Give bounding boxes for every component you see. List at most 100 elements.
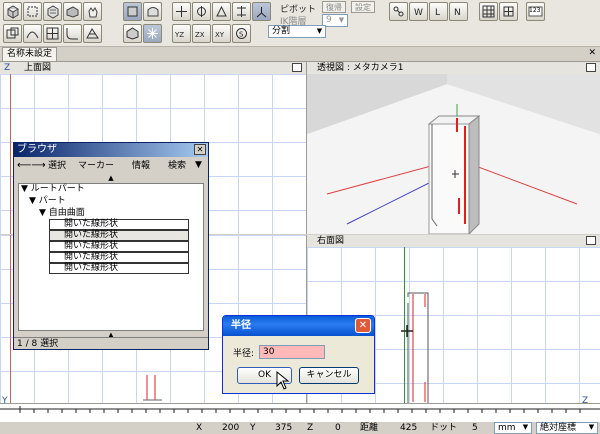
viewport-header: 透視図 : メタカメラ1 [307,62,600,74]
menu-marker[interactable]: マーカー [78,159,114,173]
dots-label: ドット [430,423,458,433]
mirror-axes-icon[interactable] [232,2,251,21]
radius-field-label: 半径: [233,349,255,359]
move-axes-icon[interactable] [172,2,191,21]
perspective-scene [307,74,600,234]
cancel-button[interactable]: キャンセル [299,367,359,384]
split-select[interactable]: 分割 ▼ [268,25,326,38]
viewport-title: 上面図 [24,63,52,73]
surface-mode-icon[interactable] [143,2,162,21]
svg-text:W: W [414,8,423,18]
svg-text:N: N [454,8,461,18]
n-axis-icon[interactable]: N [449,2,468,21]
menu-search[interactable]: 検索 [168,159,186,173]
unit-value: mm [498,423,516,433]
cube-view-icon[interactable] [3,2,22,21]
camera-icon[interactable] [292,63,302,72]
tree-part[interactable]: ▼ パート [29,196,66,207]
box-select-icon[interactable] [3,24,22,43]
tab-close-icon[interactable]: ✕ [588,48,596,58]
s-plane-icon[interactable]: S [232,24,251,43]
list-item[interactable]: 開いた線形状 [49,263,189,274]
dialog-title-bar: 半径 ✕ [223,316,374,336]
back-forward-icon[interactable]: ⟵⟶ [17,160,46,171]
close-icon[interactable]: ✕ [194,144,206,155]
tree-surface-label: 自由曲面 [48,208,85,218]
coord-mode-select[interactable]: 絶対座標 ▼ [536,422,598,434]
chevron-down-icon: ▼ [522,423,529,431]
scroll-up-arrow-icon[interactable]: ▲ [14,174,208,182]
svg-text:S: S [239,31,244,39]
w-axis-icon[interactable]: W [409,2,428,21]
scale-axes-icon[interactable] [212,2,231,21]
close-icon[interactable]: ✕ [355,318,371,333]
l-axis-icon[interactable]: L [429,2,448,21]
svg-text:YZ: YZ [174,31,184,39]
perspective-viewport[interactable]: 透視図 : メタカメラ1 [307,62,600,234]
polygon-icon[interactable] [123,24,142,43]
grid-cube-icon[interactable] [43,2,62,21]
shape-mode-icon[interactable] [123,2,142,21]
curve-tool-icon[interactable] [23,24,42,43]
tree-root-label: ルートパート [30,184,85,194]
snap-grid-icon[interactable] [499,2,518,21]
numeric-input-button[interactable]: 123 [526,2,545,21]
radius-dialog: 半径 ✕ 半径: 30 OK キャンセル [222,315,375,394]
camera-icon[interactable] [586,63,596,72]
browser-footer: 1 / 8 選択 [14,337,208,349]
tree-root[interactable]: ▼ ルートパート [21,184,85,195]
ruler: Y Z [0,396,600,421]
world-axes-icon[interactable] [252,2,271,21]
z-label: Z [307,423,314,433]
menu-info[interactable]: 情報 [132,159,150,173]
coord-mode-value: 絶対座標 [540,423,577,433]
document-tab-bar: 名称未設定 ✕ [0,47,600,62]
y-value: 375 [275,423,293,433]
distance-label: 距離 [360,423,379,433]
document-tab[interactable]: 名称未設定 [2,47,58,61]
yz-plane-icon[interactable]: YZ [172,24,191,43]
svg-text:ZX: ZX [195,31,205,39]
axis-line-red [10,74,11,234]
viewport-header: Z 上面図 [0,62,306,74]
browser-title: ブラウザ [17,144,57,155]
grid-toggle-icon[interactable] [479,2,498,21]
axis-z-label-right: Z [582,396,589,406]
settings-button[interactable]: 設定 [351,1,375,13]
camera-icon[interactable] [586,236,596,245]
browser-title-bar: ブラウザ ✕ [14,143,208,157]
rotate-axes-icon[interactable] [192,2,211,21]
svg-text:L: L [435,8,440,18]
list-item[interactable]: 開いた線形状 [49,230,189,241]
browser-panel: ブラウザ ✕ ⟵⟶ 選択 マーカー 情報 検索 ▼ ▲ ▼ ルートパート ▼ パ… [13,142,209,350]
tree-view: ▼ ルートパート ▼ パート ▼ 自由曲面 開いた線形状 開いた線形状 開いた線… [18,183,204,331]
chevron-down-icon[interactable]: ▼ [195,160,202,170]
tree-part-label: パート [38,196,66,206]
select-box-icon[interactable] [23,2,42,21]
chevron-down-icon: ▼ [338,16,345,24]
restore-button[interactable]: 復帰 [322,1,346,13]
zx-plane-icon[interactable]: ZX [192,24,211,43]
unit-select[interactable]: mm ▼ [494,422,532,434]
tree-surface[interactable]: ▼ 自由曲面 [39,208,85,219]
split-view-icon[interactable] [43,24,62,43]
viewport-title: 右面図 [317,236,345,246]
main-toolbar: ピボット IK階層 復帰 設定 9 ▼ W L N 123 YZ ZX XY S… [0,0,600,47]
mesh-tool-icon[interactable] [83,24,102,43]
menu-select[interactable]: 選択 [48,159,66,173]
axis-y-label: Y [2,396,8,406]
dots-value: 5 [472,423,478,433]
list-item[interactable]: 開いた線形状 [49,219,189,230]
hand-tool-icon[interactable] [83,2,102,21]
link-pivot-icon[interactable] [389,2,408,21]
list-item[interactable]: 開いた線形状 [49,252,189,263]
xy-plane-icon[interactable]: XY [212,24,231,43]
list-item[interactable]: 開いた線形状 [49,241,189,252]
radius-input[interactable]: 30 [259,345,325,359]
star-tool-icon[interactable] [143,24,162,43]
mouse-cursor-icon [276,371,290,390]
fillet-tool-icon[interactable] [63,24,82,43]
status-bar: X 200 Y 375 Z 0 距離 425 ドット 5 mm ▼ 絶対座標 ▼ [0,421,600,434]
numeric-label: 123 [529,7,541,14]
object-shape-icon[interactable] [63,2,82,21]
